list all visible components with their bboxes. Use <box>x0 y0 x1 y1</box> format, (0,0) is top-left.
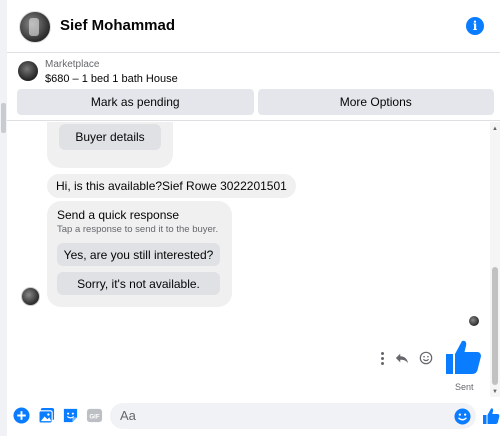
buyer-details-card: Buyer details <box>47 122 173 168</box>
quick-response-subtitle: Tap a response to send it to the buyer. <box>57 224 219 235</box>
message-actions <box>381 350 433 366</box>
mark-as-pending-button[interactable]: Mark as pending <box>17 89 254 115</box>
listing-thumbnail[interactable] <box>18 61 38 81</box>
quick-response-card: Send a quick response Tap a response to … <box>47 201 232 307</box>
chat-scrollbar[interactable]: ▲ ▼ <box>490 122 500 397</box>
contact-avatar[interactable] <box>19 11 51 43</box>
more-options-button[interactable]: More Options <box>257 89 494 115</box>
reply-icon[interactable] <box>395 351 409 365</box>
message-thread[interactable]: Buyer details Hi, is this available?Sief… <box>7 122 500 397</box>
scroll-down-icon[interactable]: ▼ <box>492 389 498 395</box>
sent-like-icon <box>446 340 481 374</box>
listing-actions: Mark as pending More Options <box>17 89 494 115</box>
add-icon[interactable] <box>13 407 30 424</box>
contact-name[interactable]: Sief Mohammad <box>60 17 175 34</box>
marketplace-listing-bar: Marketplace $680 – 1 bed 1 bath House Ma… <box>7 53 500 121</box>
more-icon[interactable] <box>381 351 385 365</box>
message-composer: GIF <box>7 397 500 436</box>
quick-response-title: Send a quick response <box>57 208 180 222</box>
incoming-message: Hi, is this available?Sief Rowe 30222015… <box>47 174 296 198</box>
photo-icon[interactable] <box>38 407 55 424</box>
scroll-up-icon[interactable]: ▲ <box>492 126 498 132</box>
chat-scrollbar-thumb[interactable] <box>492 267 498 385</box>
quick-response-option-not-available[interactable]: Sorry, it's not available. <box>57 272 220 295</box>
message-input-wrapper <box>110 403 476 429</box>
read-receipt-avatar <box>469 316 479 326</box>
left-scrollbar[interactable] <box>0 0 7 436</box>
emoji-icon[interactable] <box>454 408 471 425</box>
gif-label: GIF <box>89 414 99 421</box>
react-icon[interactable] <box>419 351 433 365</box>
marketplace-label: Marketplace <box>45 59 100 70</box>
left-scrollbar-thumb[interactable] <box>1 103 6 133</box>
quick-response-option-interested[interactable]: Yes, are you still interested? <box>57 243 220 266</box>
chat-header: Sief Mohammad i <box>7 0 500 53</box>
sticker-icon[interactable] <box>62 407 79 424</box>
listing-title[interactable]: $680 – 1 bed 1 bath House <box>45 73 178 85</box>
sent-status: Sent <box>455 382 474 392</box>
message-input[interactable] <box>120 408 440 423</box>
info-icon[interactable]: i <box>466 17 484 35</box>
like-icon[interactable] <box>482 407 500 425</box>
buyer-details-button[interactable]: Buyer details <box>59 124 161 150</box>
gif-icon[interactable]: GIF <box>86 407 103 424</box>
sender-avatar <box>21 287 40 306</box>
